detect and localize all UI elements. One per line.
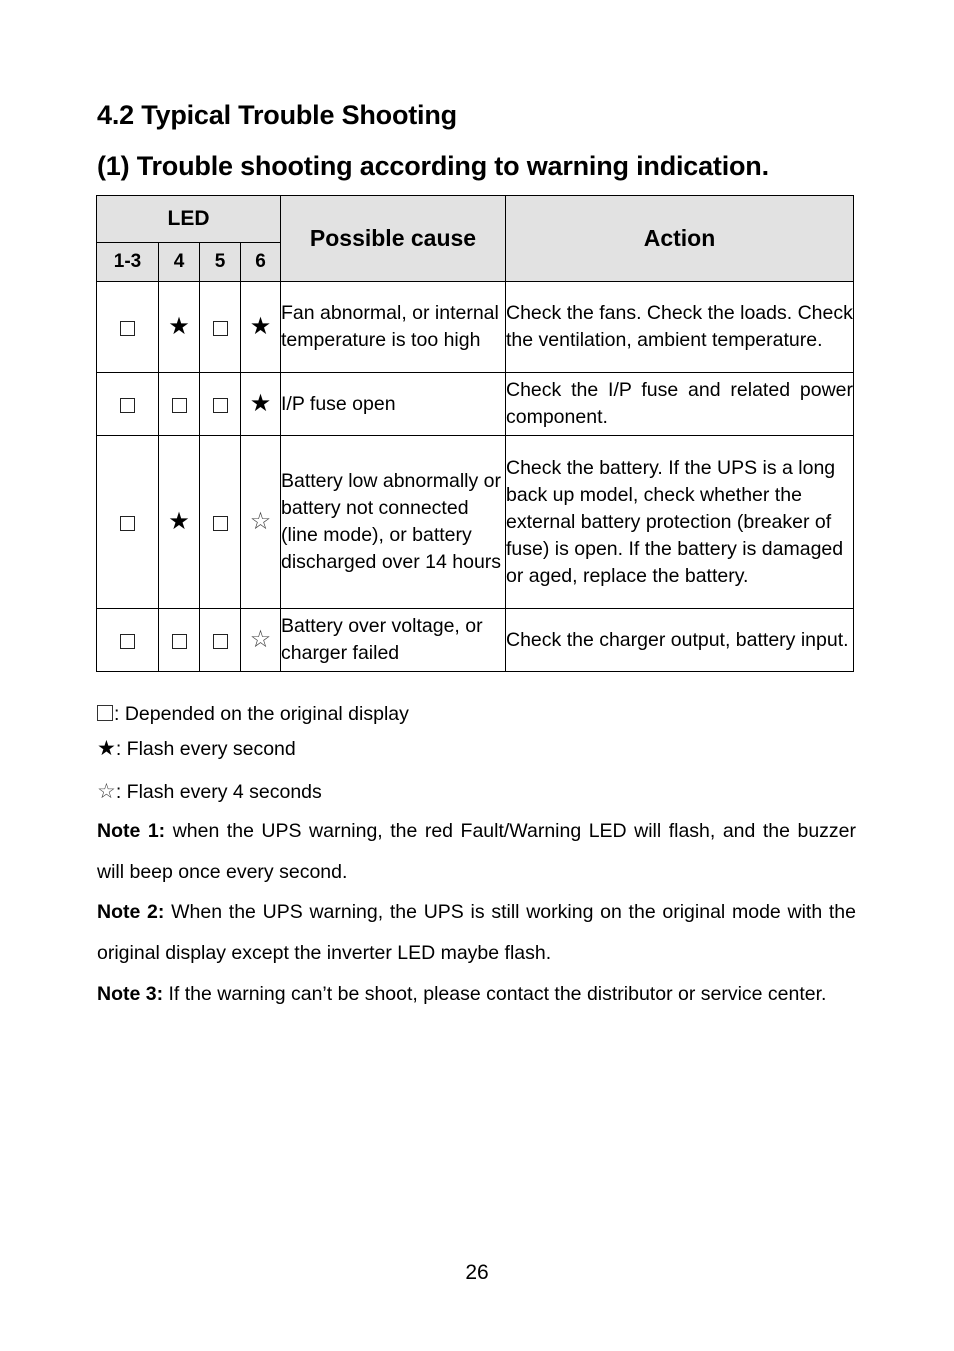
led-state-cell xyxy=(199,608,241,672)
legend-item-box: : Depended on the original display xyxy=(97,703,409,726)
square-icon xyxy=(212,397,228,413)
led-state-cell xyxy=(199,435,241,609)
legend-item-star-filled: ★: Flash every second xyxy=(97,736,296,761)
note-text: If the warning can’t be shoot, please co… xyxy=(163,983,827,1005)
led-state-cell xyxy=(199,281,241,373)
page-number: 26 xyxy=(465,1261,489,1284)
note-text: When the UPS warning, the UPS is still w… xyxy=(97,901,856,964)
legend-text: : Flash every 4 seconds xyxy=(115,781,322,803)
outline-star-icon: ☆ xyxy=(249,508,272,535)
square-icon xyxy=(171,397,187,413)
led-state-cell xyxy=(158,372,200,436)
action-cell: Check the charger output, battery input. xyxy=(505,608,854,672)
led-state-cell: ★ xyxy=(240,281,281,373)
led-state-cell xyxy=(96,281,159,373)
led-column-5: 5 xyxy=(199,242,241,282)
legend-text: : Depended on the original display xyxy=(114,703,409,725)
square-icon xyxy=(212,320,228,336)
possible-cause-cell: I/P fuse open xyxy=(280,372,506,436)
action-cell: Check the battery. If the UPS is a long … xyxy=(505,435,854,609)
legend-text: : Flash every second xyxy=(115,738,296,760)
note-label: Note 3: xyxy=(97,983,164,1005)
note-3: Note 3: If the warning can’t be shoot, p… xyxy=(97,974,856,1015)
filled-star-icon: ★ xyxy=(249,313,272,340)
legend-item-star-outline: ☆: Flash every 4 seconds xyxy=(97,779,322,804)
table-row: ★ I/P fuse open Check the I/P fuse and rel… xyxy=(96,372,854,436)
possible-cause-cell: Battery over voltage, or charger failed xyxy=(280,608,506,672)
led-state-cell: ★ xyxy=(158,281,200,373)
led-state-cell: ★ xyxy=(240,372,281,436)
possible-cause-cell: Fan abnormal, or internal temperature is… xyxy=(280,281,506,373)
action-cell: Check the I/P fuse and related power com… xyxy=(505,372,854,436)
square-icon xyxy=(212,633,228,649)
filled-star-icon: ★ xyxy=(97,737,116,760)
led-state-cell xyxy=(199,372,241,436)
possible-cause-cell: Battery low abnormally or battery not co… xyxy=(280,435,506,609)
square-icon xyxy=(171,633,187,649)
square-icon xyxy=(212,515,228,531)
table-row: ☆ Battery over voltage, or charger failed… xyxy=(96,608,854,672)
led-state-cell xyxy=(96,608,159,672)
subsection-title: (1) Trouble shooting according to warnin… xyxy=(97,151,769,181)
note-2: Note 2: When the UPS warning, the UPS is… xyxy=(97,892,856,973)
led-state-cell xyxy=(96,372,159,436)
outline-star-icon: ☆ xyxy=(249,626,272,653)
note-label: Note 2: xyxy=(97,901,165,923)
action-header: Action xyxy=(505,195,854,282)
trouble-shooting-table: LED Possible cause Action 1-3 4 5 6 ★ ★ Fa… xyxy=(96,195,854,672)
square-icon xyxy=(120,320,135,336)
square-icon xyxy=(120,515,135,531)
square-icon xyxy=(120,633,135,649)
possible-cause-header: Possible cause xyxy=(280,195,506,282)
led-state-cell: ★ xyxy=(158,435,200,609)
filled-star-icon: ★ xyxy=(168,313,190,340)
led-column-4: 4 xyxy=(158,242,200,282)
led-column-1-3: 1-3 xyxy=(96,242,159,282)
outline-star-icon: ☆ xyxy=(97,780,116,803)
led-column-6: 6 xyxy=(240,242,281,282)
filled-star-icon: ★ xyxy=(168,508,190,535)
led-state-cell xyxy=(158,608,200,672)
action-cell: Check the fans. Check the loads. Check t… xyxy=(505,281,854,373)
led-state-cell xyxy=(96,435,159,609)
table-row: ★ ☆ Battery low abnormally or battery not … xyxy=(96,435,854,609)
table-row: ★ ★ Fan abnormal, or internal temperature … xyxy=(96,281,854,373)
note-text: when the UPS warning, the red Fault/Warn… xyxy=(97,820,856,883)
note-label: Note 1: xyxy=(97,820,166,842)
led-header: LED xyxy=(96,195,281,243)
square-icon xyxy=(120,397,135,413)
note-1: Note 1: when the UPS warning, the red Fa… xyxy=(97,811,856,892)
led-state-cell: ☆ xyxy=(240,608,281,672)
section-title: 4.2 Typical Trouble Shooting xyxy=(97,100,457,130)
square-icon xyxy=(97,705,113,721)
led-state-cell: ☆ xyxy=(240,435,281,609)
filled-star-icon: ★ xyxy=(249,390,272,417)
